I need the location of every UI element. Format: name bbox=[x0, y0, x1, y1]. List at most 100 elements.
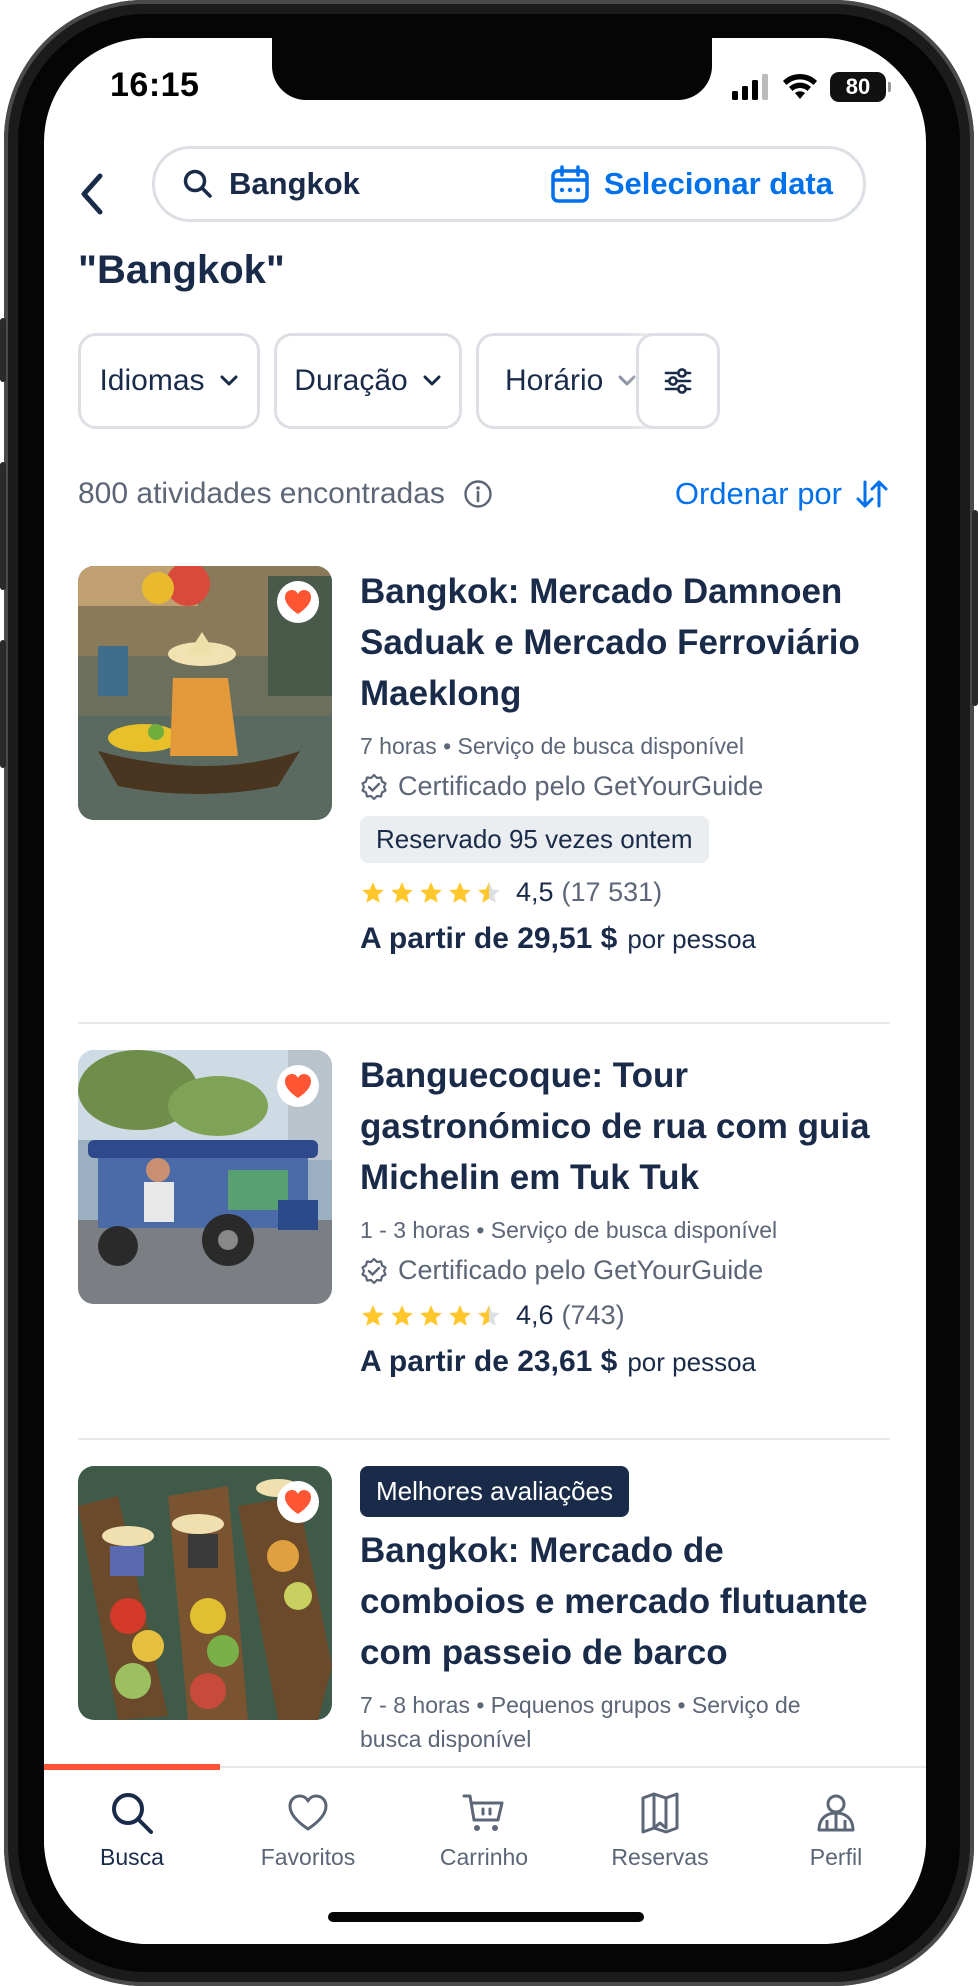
card-divider bbox=[78, 1438, 890, 1440]
star-icon bbox=[420, 881, 442, 903]
favorite-heart-icon[interactable] bbox=[276, 1480, 320, 1524]
bookmark-map-icon bbox=[641, 1792, 679, 1834]
star-icon bbox=[391, 881, 413, 903]
sliders-icon bbox=[664, 368, 692, 394]
activity-title[interactable]: Bangkok: Mercado de comboios e mercado f… bbox=[360, 1525, 890, 1678]
price-row: A partir de 29,51 $ por pessoa bbox=[360, 922, 890, 956]
filter-settings-button[interactable] bbox=[636, 333, 720, 429]
phone-volume-down bbox=[0, 640, 6, 768]
star-icon bbox=[362, 1304, 384, 1326]
certified-row: Certificado pelo GetYourGuide bbox=[360, 771, 890, 802]
tab-cart[interactable]: Carrinho bbox=[396, 1790, 572, 1871]
chevron-left-icon bbox=[81, 173, 103, 215]
booked-badge: Reservado 95 vezes ontem bbox=[360, 816, 709, 863]
activity-title[interactable]: Banguecoque: Tour gastronómico de rua co… bbox=[360, 1050, 890, 1203]
price-amount: A partir de 23,61 $ bbox=[360, 1345, 618, 1378]
rating-value: 4,6 bbox=[516, 1300, 554, 1330]
calendar-icon bbox=[551, 165, 589, 203]
tab-bookings[interactable]: Reservas bbox=[572, 1790, 748, 1871]
certified-label: Certificado pelo GetYourGuide bbox=[398, 1255, 764, 1285]
star-icon bbox=[362, 881, 384, 903]
activity-title-line: Maeklong bbox=[360, 674, 522, 713]
star-icon bbox=[449, 881, 471, 903]
favorite-heart-icon[interactable] bbox=[276, 580, 320, 624]
battery-indicator: 80 bbox=[830, 72, 891, 102]
activity-card[interactable]: Melhores avaliações Bangkok: Mercado de … bbox=[78, 1466, 890, 1766]
back-button[interactable] bbox=[68, 162, 116, 226]
chevron-down-icon bbox=[220, 375, 238, 386]
tab-label: Busca bbox=[100, 1844, 164, 1870]
wifi-icon bbox=[783, 73, 817, 99]
sort-label: Ordenar por bbox=[674, 476, 842, 511]
home-indicator[interactable] bbox=[328, 1912, 644, 1922]
activity-meta: 7 - 8 horas • Pequenos grupos • Serviço … bbox=[360, 1688, 890, 1756]
tab-label: Reservas bbox=[611, 1844, 709, 1870]
activity-title[interactable]: Bangkok: Mercado Damnoen Saduak e Mercad… bbox=[360, 566, 890, 719]
filter-time-label: Horário bbox=[505, 364, 604, 397]
tab-label: Perfil bbox=[809, 1844, 863, 1870]
cart-icon bbox=[462, 1794, 504, 1831]
tab-label: Favoritos bbox=[260, 1844, 356, 1870]
card-divider bbox=[78, 1022, 890, 1024]
cellular-signal-icon bbox=[732, 74, 768, 100]
search-bar[interactable]: Bangkok Selecionar data bbox=[152, 146, 866, 222]
verified-badge-icon bbox=[361, 773, 387, 800]
profile-icon bbox=[817, 1794, 855, 1832]
activity-image[interactable] bbox=[78, 1466, 332, 1720]
search-query[interactable]: Bangkok bbox=[229, 166, 550, 202]
star-icon bbox=[449, 1304, 471, 1326]
price-row: A partir de 23,61 $ por pessoa bbox=[360, 1345, 890, 1379]
phone-side-button bbox=[0, 318, 6, 382]
tab-label: Carrinho bbox=[439, 1844, 529, 1870]
rating-value: 4,5 bbox=[516, 877, 554, 907]
half-star-icon bbox=[478, 1304, 500, 1326]
top-rated-badge: Melhores avaliações bbox=[360, 1466, 630, 1517]
activity-meta-line: busca disponível bbox=[360, 1726, 532, 1752]
certified-label: Certificado pelo GetYourGuide bbox=[398, 771, 764, 801]
chevron-down-icon bbox=[423, 375, 441, 386]
activity-title-line: comboios e mercado flutuante bbox=[360, 1582, 868, 1621]
price-unit: por pessoa bbox=[627, 924, 756, 954]
activity-title-line: Banguecoque: Tour bbox=[360, 1056, 688, 1095]
star-rating bbox=[360, 1303, 502, 1329]
activity-image[interactable] bbox=[78, 566, 332, 820]
rating-row: 4,6 (743) bbox=[360, 1300, 890, 1331]
status-time: 16:15 bbox=[110, 66, 200, 104]
phone-volume-up bbox=[0, 462, 6, 590]
status-icons: 80 bbox=[732, 72, 891, 102]
activity-meta: 1 - 3 horas • Serviço de busca disponíve… bbox=[360, 1217, 778, 1243]
results-count: 800 atividades encontradas bbox=[78, 477, 445, 510]
filter-bar: Idiomas Duração Horário bbox=[78, 333, 898, 429]
activity-image[interactable] bbox=[78, 1050, 332, 1304]
activity-meta: 7 horas • Serviço de busca disponível bbox=[360, 733, 744, 759]
activity-card[interactable]: Bangkok: Mercado Damnoen Saduak e Mercad… bbox=[78, 566, 890, 955]
notch bbox=[272, 38, 712, 100]
phone-power-button bbox=[972, 510, 978, 706]
activity-title-line: Bangkok: Mercado de bbox=[360, 1531, 724, 1570]
verified-badge-icon bbox=[361, 1257, 387, 1284]
search-icon bbox=[183, 169, 212, 198]
activity-details: Banguecoque: Tour gastronómico de rua co… bbox=[360, 1050, 890, 1379]
activity-details: Bangkok: Mercado Damnoen Saduak e Mercad… bbox=[360, 566, 890, 956]
review-count: (743) bbox=[561, 1300, 625, 1330]
tab-search[interactable]: Busca bbox=[44, 1790, 220, 1871]
filter-duration[interactable]: Duração bbox=[274, 333, 462, 429]
favorite-heart-icon[interactable] bbox=[276, 1064, 320, 1108]
heart-icon bbox=[288, 1794, 328, 1831]
tab-profile[interactable]: Perfil bbox=[748, 1790, 924, 1871]
half-star-icon bbox=[478, 881, 500, 903]
select-date-button[interactable]: Selecionar data bbox=[550, 164, 833, 204]
filter-duration-label: Duração bbox=[294, 364, 408, 397]
activity-title-line: Bangkok: Mercado Damnoen bbox=[360, 572, 843, 611]
sort-button[interactable]: Ordenar por bbox=[675, 476, 890, 512]
info-icon[interactable] bbox=[463, 479, 493, 509]
results-bar: 800 atividades encontradas Ordenar por bbox=[78, 470, 890, 518]
activity-title-line: com passeio de barco bbox=[360, 1633, 728, 1672]
activity-card[interactable]: Banguecoque: Tour gastronómico de rua co… bbox=[78, 1050, 890, 1378]
star-icon bbox=[391, 1304, 413, 1326]
filter-languages[interactable]: Idiomas bbox=[78, 333, 260, 429]
tab-favorites[interactable]: Favoritos bbox=[220, 1790, 396, 1871]
select-date-label: Selecionar data bbox=[603, 166, 833, 201]
activity-title-line: Saduak e Mercado Ferroviário bbox=[360, 623, 860, 662]
star-icon bbox=[420, 1304, 442, 1326]
